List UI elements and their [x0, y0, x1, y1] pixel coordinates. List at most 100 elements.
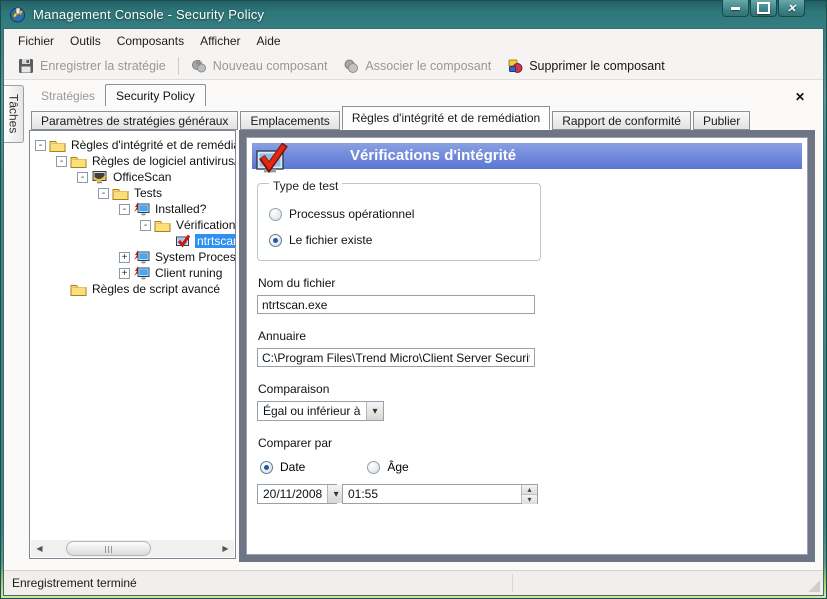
maximize-icon — [757, 2, 770, 14]
associate-component-button[interactable]: Associer le composant — [335, 55, 499, 77]
save-policy-button[interactable]: Enregistrer la stratégie — [10, 55, 174, 77]
detail-panel-frame: Vérifications d'intégrité Type de test — [239, 130, 815, 562]
radio-option-age[interactable]: Âge — [367, 460, 408, 474]
new-component-button[interactable]: Nouveau composant — [183, 55, 336, 77]
folder-icon — [70, 282, 87, 297]
rules-tree-panel: - Règles d'intégrité et de remédia - Règ… — [29, 130, 236, 559]
spinner-buttons — [521, 485, 537, 503]
minimize-button[interactable] — [722, 0, 749, 17]
time-value: 01:55 — [343, 485, 521, 503]
datetime-row: 20/11/2008 01:55 — [257, 484, 807, 504]
comparison-select[interactable]: Égal ou inférieur à — [257, 401, 384, 421]
delete-component-label: Supprimer le composant — [529, 59, 664, 73]
resize-grip[interactable] — [808, 580, 820, 592]
scroll-left-icon[interactable]: ◀ — [31, 540, 48, 557]
tree-node-officescan[interactable]: - OfficeScan — [30, 169, 235, 185]
tree-toggle-icon[interactable]: - — [77, 172, 88, 183]
tree-node-verifications[interactable]: - Vérifications — [30, 217, 235, 233]
tree-node-label: Règles de script avancé — [90, 282, 222, 296]
app-icon — [9, 6, 26, 23]
close-button[interactable] — [778, 0, 805, 17]
tree-horizontal-scrollbar[interactable]: ◀ ▶ — [31, 540, 234, 557]
tree-node-ntrtscan[interactable]: ntrtscan. — [30, 233, 235, 249]
tree-node-label: Client runing — [153, 266, 224, 280]
tab-emplacements[interactable]: Emplacements — [240, 111, 339, 130]
radio-option-fichier-existe[interactable]: Le fichier existe — [269, 233, 531, 247]
sidebar-tab-taches-label: Tâches — [7, 94, 21, 133]
status-bar: Enregistrement terminé — [4, 570, 823, 595]
tree-node-tests[interactable]: - Tests — [30, 185, 235, 201]
radio-label: Date — [280, 460, 305, 474]
tree-toggle-icon[interactable]: - — [140, 220, 151, 231]
directory-input[interactable] — [257, 348, 535, 367]
tree-node-regles-script[interactable]: Règles de script avancé — [30, 281, 235, 297]
tab-rapport-conformite[interactable]: Rapport de conformité — [552, 111, 691, 130]
titlebar: Management Console - Security Policy — [0, 0, 827, 28]
file-name-input[interactable] — [257, 295, 535, 314]
monitor-flag-icon — [133, 266, 150, 281]
tree-node-label: ntrtscan. — [195, 234, 236, 248]
compare-by-options: Date Âge — [260, 460, 807, 474]
new-component-icon — [191, 58, 207, 74]
menu-afficher[interactable]: Afficher — [192, 31, 248, 51]
monitor-flag-icon — [133, 250, 150, 265]
tab-security-policy[interactable]: Security Policy — [105, 84, 206, 106]
scrollbar-track[interactable] — [48, 540, 217, 557]
folder-icon — [49, 138, 66, 153]
save-policy-label: Enregistrer la stratégie — [40, 59, 166, 73]
scroll-right-icon[interactable]: ▶ — [217, 540, 234, 557]
chevron-down-icon[interactable] — [366, 402, 383, 420]
scan-monitor-icon — [91, 170, 108, 185]
radio-label: Processus opérationnel — [289, 207, 414, 221]
tree-node-label: Tests — [132, 186, 164, 200]
tab-area-close-button[interactable] — [795, 88, 809, 102]
toolbar-separator — [178, 57, 179, 75]
window-title: Management Console - Security Policy — [33, 7, 264, 22]
radio-label: Le fichier existe — [289, 233, 372, 247]
comparison-selected-value: Égal ou inférieur à — [258, 402, 366, 420]
save-icon — [18, 58, 34, 74]
compare-by-label: Comparer par — [258, 436, 807, 450]
menu-fichier[interactable]: Fichier — [10, 31, 62, 51]
date-picker[interactable]: 20/11/2008 — [257, 484, 337, 504]
spin-down-icon[interactable] — [522, 494, 537, 504]
date-value: 20/11/2008 — [258, 485, 327, 503]
tree-node-client-runing[interactable]: + Client runing — [30, 265, 235, 281]
directory-label: Annuaire — [258, 329, 807, 343]
sidebar-tab-taches[interactable]: Tâches — [4, 85, 24, 143]
tree-toggle-icon[interactable]: - — [98, 188, 109, 199]
rules-tree: - Règles d'intégrité et de remédia - Règ… — [30, 131, 235, 297]
menu-outils[interactable]: Outils — [62, 31, 109, 51]
tree-toggle-icon[interactable]: - — [119, 204, 130, 215]
radio-option-date[interactable]: Date — [260, 460, 305, 474]
tab-strategies[interactable]: Stratégies — [31, 85, 105, 106]
radio-icon[interactable] — [269, 208, 282, 221]
tree-node-label: Vérifications — [174, 218, 236, 232]
tree-node-system-proces[interactable]: + System Proces — [30, 249, 235, 265]
menu-aide[interactable]: Aide — [249, 31, 289, 51]
tree-toggle-icon[interactable]: + — [119, 252, 130, 263]
tree-toggle-icon[interactable]: - — [35, 140, 46, 151]
scrollbar-thumb[interactable] — [66, 541, 151, 556]
maximize-button[interactable] — [750, 0, 777, 17]
tree-toggle-icon[interactable]: - — [56, 156, 67, 167]
tree-node-label: OfficeScan — [111, 170, 173, 184]
tree-node-regles-antivirus[interactable]: - Règles de logiciel antivirus/ — [30, 153, 235, 169]
tab-parametres-generaux[interactable]: Paramètres de stratégies généraux — [31, 111, 238, 130]
monitor-flag-icon — [133, 202, 150, 217]
tab-publier[interactable]: Publier — [693, 111, 750, 130]
menu-composants[interactable]: Composants — [109, 31, 192, 51]
spin-up-icon[interactable] — [522, 485, 537, 494]
radio-icon[interactable] — [269, 234, 282, 247]
delete-component-button[interactable]: Supprimer le composant — [499, 55, 672, 77]
radio-option-processus[interactable]: Processus opérationnel — [269, 207, 531, 221]
tree-node-regles-integrite[interactable]: - Règles d'intégrité et de remédia — [30, 137, 235, 153]
tab-regles-integrite[interactable]: Règles d'intégrité et de remédiation — [342, 106, 550, 130]
time-spinner[interactable]: 01:55 — [342, 484, 538, 504]
radio-icon[interactable] — [260, 461, 273, 474]
app-window: Management Console - Security Policy Fic… — [0, 0, 827, 599]
tree-toggle-icon[interactable]: + — [119, 268, 130, 279]
tree-node-label: Règles de logiciel antivirus/ — [90, 154, 236, 168]
radio-icon[interactable] — [367, 461, 380, 474]
tree-node-installed[interactable]: - Installed? — [30, 201, 235, 217]
